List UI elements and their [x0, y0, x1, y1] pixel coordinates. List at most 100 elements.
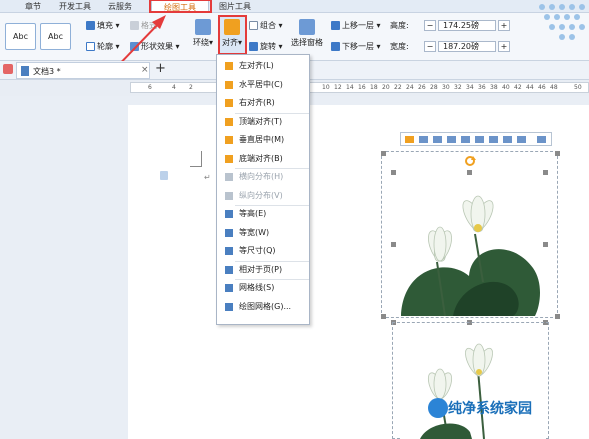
rotate-button[interactable]: 旋转 ▾: [249, 41, 283, 52]
align-menu-item-icon: [225, 302, 233, 311]
width-input[interactable]: 187.20磅: [438, 41, 496, 52]
tab-chapter[interactable]: 章节: [18, 0, 48, 13]
lotus-picture-1: [393, 172, 545, 316]
ruler-tick-label: 14: [346, 84, 354, 91]
float-tool-10-icon[interactable]: [537, 136, 546, 143]
align-menu-item[interactable]: 垂直居中(M): [217, 132, 309, 148]
align-menu-item-icon: [225, 210, 233, 218]
watermark-logo-icon: [428, 398, 448, 418]
resize-handle[interactable]: [543, 242, 548, 247]
float-tool-2-icon[interactable]: [419, 136, 428, 143]
ruler-tick-label: 30: [442, 84, 450, 91]
ruler-tick-label: 42: [514, 84, 522, 91]
align-menu-item-label: 网格线(S): [239, 283, 275, 292]
watermark-text: 纯净系统家园: [448, 401, 532, 417]
ruler-tick-label: 22: [394, 84, 402, 91]
ruler-tick-label: 18: [370, 84, 378, 91]
group-button[interactable]: 组合 ▾: [249, 20, 283, 31]
resize-handle[interactable]: [391, 242, 396, 247]
bring-forward-button[interactable]: 上移一层 ▾: [331, 20, 381, 31]
ruler-tick-label: 4: [172, 84, 176, 91]
resize-handle[interactable]: [381, 314, 386, 319]
tab-developer-tools[interactable]: 开发工具: [56, 0, 94, 13]
tab-picture-tools[interactable]: 图片工具: [213, 0, 257, 13]
align-menu-item-icon: [225, 136, 233, 144]
align-menu-item-icon: [225, 117, 233, 126]
align-menu-item[interactable]: 网格线(S): [217, 280, 309, 296]
align-menu-item[interactable]: 相对于页(P): [217, 262, 309, 278]
ruler-tick-label: 32: [454, 84, 462, 91]
align-dropdown-menu: 左对齐(L) 水平居中(C) 右对齐(R) 顶端对齐(T) 垂直居中(M) 底端对齐(B)…: [216, 54, 310, 325]
wrap-button[interactable]: 环绕▾: [190, 17, 216, 57]
fill-icon: [86, 21, 95, 30]
ruler-tick-label: 2: [189, 84, 193, 91]
selection-pane-button[interactable]: 选择窗格: [291, 17, 323, 57]
align-menu-item[interactable]: 底端对齐(B): [217, 151, 309, 167]
align-menu-item[interactable]: 顶端对齐(T): [217, 114, 309, 130]
float-tool-7-icon[interactable]: [489, 136, 498, 143]
align-menu-item-icon: [225, 154, 233, 163]
align-menu-item: 纵向分布(V): [217, 188, 309, 204]
align-menu-item[interactable]: 等高(E): [217, 206, 309, 222]
rotate-handle-icon[interactable]: [464, 155, 476, 167]
float-tool-8-icon[interactable]: [503, 136, 512, 143]
resize-handle[interactable]: [555, 314, 560, 319]
float-tool-3-icon[interactable]: [433, 136, 442, 143]
ribbon-tab-bar: 章节 开发工具 云服务 绘图工具 图片工具: [0, 0, 589, 13]
ruler-tick-label: 40: [502, 84, 510, 91]
width-decrease-button[interactable]: −: [424, 41, 436, 52]
document-icon: [21, 66, 29, 76]
lotus-picture-2: [400, 326, 545, 439]
paste-options-icon[interactable]: [160, 171, 168, 180]
align-menu-item-label: 水平居中(C): [239, 79, 283, 89]
resize-handle[interactable]: [467, 170, 472, 175]
align-menu-item-icon: [225, 191, 233, 200]
float-tool-4-icon[interactable]: [447, 136, 456, 143]
ruler-tick-label: 38: [490, 84, 498, 91]
align-menu-item[interactable]: 右对齐(R): [217, 95, 309, 111]
height-increase-button[interactable]: +: [498, 20, 510, 31]
align-menu-item-label: 横向分布(H): [239, 172, 284, 181]
send-backward-button[interactable]: 下移一层 ▾: [331, 41, 381, 52]
align-menu-item-label: 垂直居中(M): [239, 135, 285, 144]
align-menu-item-icon: [225, 265, 233, 274]
resize-handle[interactable]: [381, 151, 386, 156]
align-menu-item-icon: [225, 247, 233, 255]
group-icon: [249, 21, 258, 30]
paragraph-mark-icon: ↵: [204, 173, 211, 182]
float-align-icon[interactable]: [405, 136, 414, 143]
resize-handle[interactable]: [391, 170, 396, 175]
height-decrease-button[interactable]: −: [424, 20, 436, 31]
width-increase-button[interactable]: +: [498, 41, 510, 52]
document-tab[interactable]: 文档3 * ×: [16, 62, 150, 79]
close-tab-icon[interactable]: ×: [141, 65, 149, 75]
ruler-tick-label: 50: [574, 84, 582, 91]
float-tool-9-icon[interactable]: [517, 136, 526, 143]
align-menu-item[interactable]: 左对齐(L): [217, 58, 309, 74]
style-sample-2[interactable]: Abc: [40, 23, 71, 50]
align-menu-item-label: 顶端对齐(T): [239, 116, 283, 126]
height-input[interactable]: 174.25磅: [438, 20, 496, 31]
document-tab-label: 文档3 *: [33, 67, 61, 76]
float-tool-5-icon[interactable]: [461, 136, 470, 143]
ruler-tick-label: 46: [538, 84, 546, 91]
float-tool-6-icon[interactable]: [475, 136, 484, 143]
resize-handle[interactable]: [543, 170, 548, 175]
align-menu-item[interactable]: 等宽(W): [217, 225, 309, 241]
align-menu-item-icon: [225, 62, 233, 70]
resize-handle[interactable]: [555, 151, 560, 156]
align-menu-item[interactable]: 绘图网格(G)...: [217, 299, 309, 315]
new-tab-button[interactable]: +: [155, 61, 166, 76]
rotate-icon: [249, 42, 258, 51]
ruler-tick-label: 24: [406, 84, 414, 91]
align-menu-item-label: 相对于页(P): [239, 264, 283, 274]
ruler-tick-label: 12: [334, 84, 342, 91]
align-menu-item-icon: [225, 99, 233, 107]
height-label: 高度:: [390, 21, 409, 30]
align-menu-item-label: 纵向分布(V): [239, 190, 283, 200]
align-menu-item[interactable]: 等尺寸(Q): [217, 243, 309, 259]
align-menu-item-label: 等宽(W): [239, 227, 270, 237]
style-sample-1[interactable]: Abc: [5, 23, 36, 50]
align-menu-item[interactable]: 水平居中(C): [217, 77, 309, 93]
align-menu-item-icon: [225, 173, 233, 181]
